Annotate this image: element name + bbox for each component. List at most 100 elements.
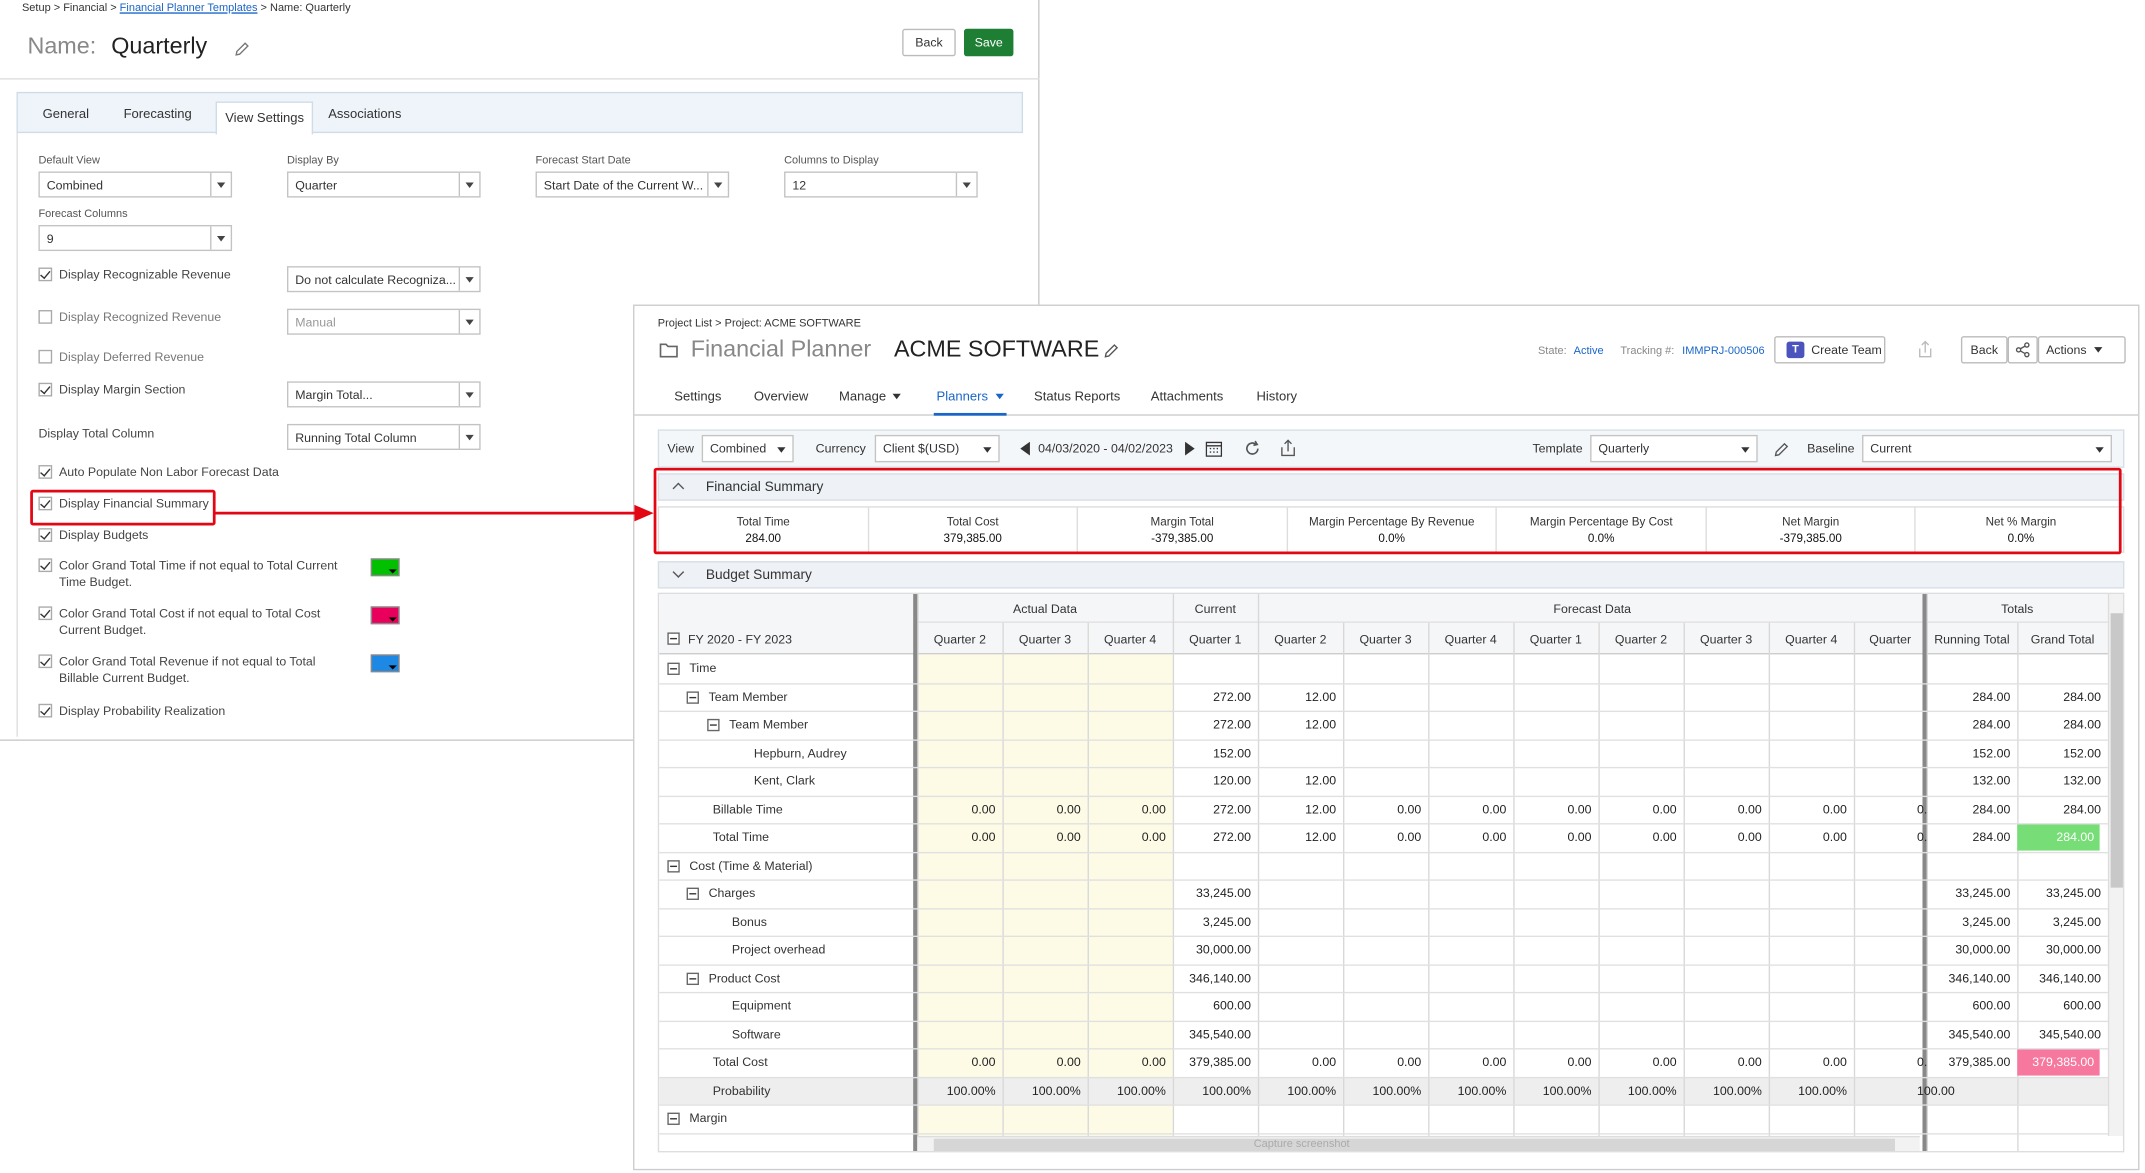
collapse-toggle[interactable] [667, 859, 680, 872]
chevron-down-icon [994, 394, 1004, 400]
planner-breadcrumb[interactable]: Project List > Project: ACME SOFTWARE [658, 317, 861, 329]
row-label: Kent, Clark [753, 773, 816, 788]
back-button[interactable]: Back [902, 28, 956, 57]
chevron-down-icon [983, 447, 992, 453]
actions-label: Actions [2046, 342, 2087, 357]
edit-pencil-icon[interactable] [1103, 343, 1119, 359]
display-total-column-label: Display Total Column [38, 426, 155, 441]
nav-history[interactable]: History [1256, 390, 1297, 405]
table-cell: 379,385.00 [1948, 1054, 2011, 1069]
horizontal-scroll-thumb[interactable] [933, 1138, 1896, 1152]
vertical-scroll-thumb[interactable] [2110, 613, 2123, 888]
row-divider [659, 1076, 2108, 1078]
tab-view-settings[interactable]: View Settings [215, 101, 314, 135]
forecast-columns-select[interactable]: 9 [38, 224, 233, 252]
columns-display-select[interactable]: 12 [784, 171, 978, 198]
save-button[interactable]: Save [963, 28, 1014, 57]
table-cell: 0.00 [1482, 829, 1507, 844]
row-divider [659, 710, 2108, 713]
prev-period-icon[interactable] [1020, 441, 1031, 456]
table-cell: 379,385.00 [2017, 1049, 2100, 1075]
forecast-start-select[interactable]: Start Date of the Current W... [535, 171, 730, 198]
margin-section-select[interactable]: Margin Total... [286, 381, 481, 408]
actions-button[interactable]: Actions [2037, 336, 2126, 364]
collapse-toggle[interactable] [667, 1112, 680, 1125]
checkbox-color-cost[interactable] [38, 606, 53, 621]
chevron-down-icon [707, 172, 728, 197]
collapse-toggle[interactable] [667, 662, 680, 675]
nav-status-reports[interactable]: Status Reports [1034, 390, 1120, 405]
row-divider [659, 682, 2108, 684]
checkbox-color-revenue[interactable] [38, 654, 53, 669]
nav-manage[interactable]: Manage [839, 390, 902, 405]
display-by-select[interactable]: Quarter [286, 171, 481, 198]
export-icon[interactable] [1917, 340, 1933, 358]
table-cell: 0.00 [1567, 1054, 1592, 1069]
collapse-toggle[interactable] [707, 718, 720, 732]
checkbox-probability-realization[interactable] [38, 703, 53, 718]
checkbox-margin-section[interactable] [38, 382, 53, 397]
revenue-color-picker[interactable] [370, 654, 400, 673]
budget-summary-title: Budget Summary [705, 567, 812, 584]
view-select[interactable]: Combined [701, 434, 794, 463]
tab-forecasting[interactable]: Forecasting [124, 107, 192, 122]
cost-color-picker[interactable] [370, 606, 400, 625]
table-cell: 0.00 [1652, 1054, 1677, 1069]
page-title-label: Name: [27, 32, 97, 59]
recognized-revenue-select[interactable]: Manual [286, 308, 481, 335]
nav-overview[interactable]: Overview [754, 390, 808, 405]
row-divider [659, 1104, 2108, 1106]
checkbox-budgets[interactable] [38, 528, 53, 542]
tracking-label: Tracking #: [1620, 344, 1675, 357]
row-divider [659, 738, 2108, 741]
budget-summary-header[interactable]: Budget Summary [657, 561, 2125, 589]
column-divider [1853, 622, 1856, 1152]
nav-planners[interactable]: Planners [933, 390, 1006, 416]
column-header: Quarter 2 [1274, 632, 1327, 647]
share-button[interactable] [2007, 336, 2038, 364]
column-header: Quarter 1 [1189, 632, 1242, 647]
table-cell: 284.00 [1972, 801, 2011, 816]
row-label: Cost (Time & Material) [689, 858, 813, 872]
total-column-select[interactable]: Running Total Column [286, 423, 481, 450]
edit-pencil-icon[interactable] [233, 41, 249, 57]
collapse-toggle[interactable] [686, 690, 699, 704]
tab-general[interactable]: General [43, 107, 89, 122]
default-view-select[interactable]: Combined [38, 171, 233, 198]
nav-settings[interactable]: Settings [674, 390, 721, 405]
checkbox-recognizable-revenue[interactable] [38, 267, 53, 282]
template-select[interactable]: Quarterly [1590, 434, 1758, 463]
checkbox-label-color-cost: Color Grand Total Cost if not equal to T… [59, 606, 321, 637]
table-cell: 33,245.00 [1195, 886, 1251, 900]
breadcrumb-link-templates[interactable]: Financial Planner Templates [120, 1, 258, 13]
refresh-icon[interactable] [1244, 440, 1260, 456]
create-team-button[interactable]: T Create Team [1774, 336, 1886, 364]
collapse-toggle[interactable] [686, 971, 699, 985]
edit-template-icon[interactable] [1773, 442, 1789, 458]
planner-back-button[interactable]: Back [1960, 336, 2008, 364]
checkbox-label-budgets: Display Budgets [59, 528, 149, 542]
checkbox-label-color-time: Color Grand Total Time if not equal to T… [59, 558, 338, 589]
export-icon[interactable] [1280, 439, 1296, 457]
row-label: Equipment [731, 998, 792, 1013]
next-period-icon[interactable] [1184, 441, 1195, 456]
checkbox-auto-populate[interactable] [38, 465, 53, 479]
collapse-toggle[interactable] [667, 632, 680, 645]
recognizable-revenue-select[interactable]: Do not calculate Recogniza... [286, 266, 481, 293]
currency-select[interactable]: Client $(USD) [874, 434, 1000, 463]
tab-associations[interactable]: Associations [328, 107, 401, 122]
table-cell: 0.00 [1056, 829, 1081, 844]
nav-attachments[interactable]: Attachments [1151, 390, 1224, 405]
display-by-value: Quarter [295, 178, 338, 193]
collapse-toggle[interactable] [686, 887, 699, 900]
checkbox-recognized-revenue[interactable] [38, 310, 53, 324]
baseline-select[interactable]: Current [1862, 434, 2112, 463]
table-cell: 345,540.00 [2039, 1026, 2101, 1041]
table-cell: 0.00 [1056, 1054, 1081, 1069]
checkbox-deferred-revenue[interactable] [38, 349, 53, 364]
checkbox-color-time[interactable] [38, 558, 53, 573]
calendar-icon[interactable] [1205, 440, 1223, 457]
table-cell: 100.00% [1457, 1083, 1507, 1097]
default-view-label: Default View [38, 153, 100, 166]
time-color-picker[interactable] [370, 558, 400, 577]
